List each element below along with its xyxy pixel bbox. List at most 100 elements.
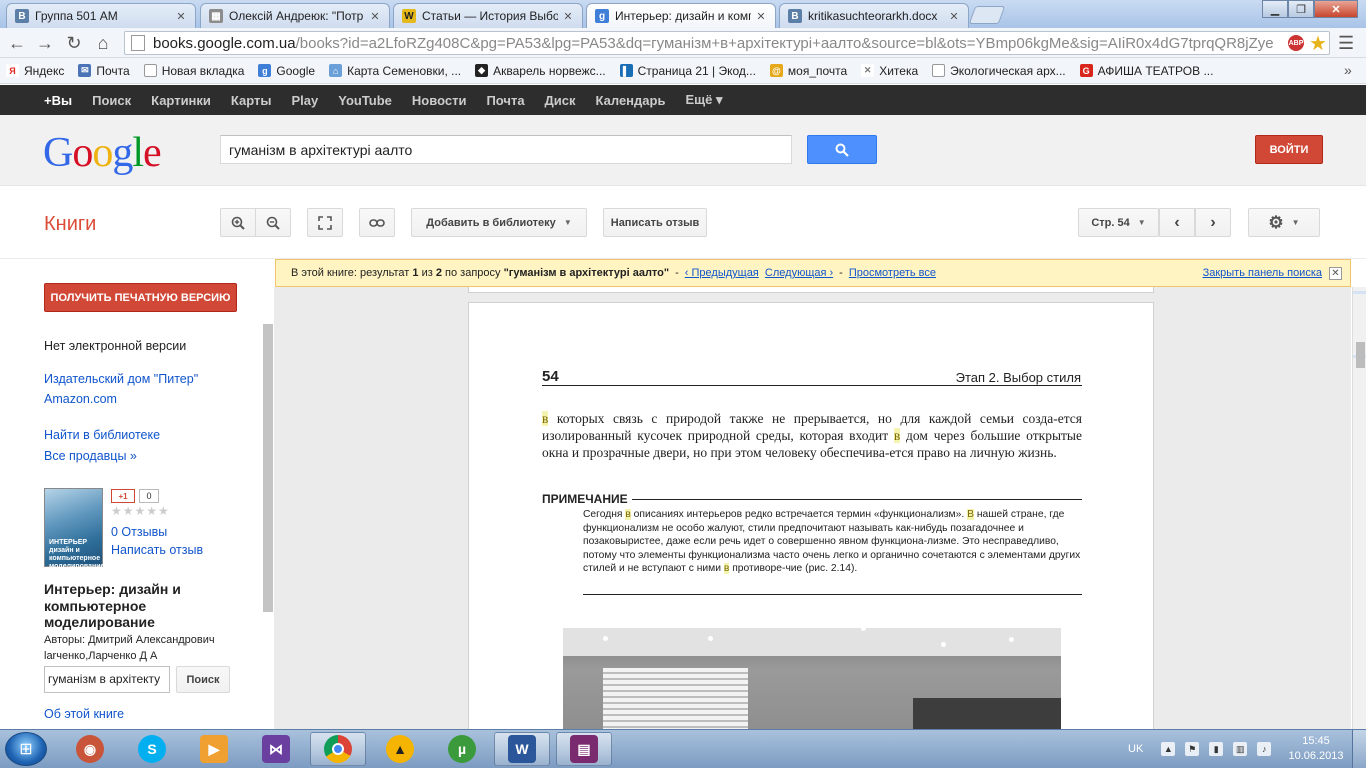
write-review-link[interactable]: Написать отзыв [111,543,203,557]
new-tab-button[interactable] [968,6,1006,24]
flag-icon[interactable]: ⚑ [1185,742,1200,756]
plus-one-button[interactable]: +1 [111,489,135,503]
bookmark-afisha[interactable]: G АФИША ТЕАТРОВ ... [1079,64,1213,78]
more-bookmarks-icon[interactable]: » [1344,62,1352,78]
bookmark-eco[interactable]: Экологическая арх... [932,64,1066,78]
page-select-button[interactable]: Стр. 54 ▼ [1078,208,1159,237]
section-title[interactable]: Книги [44,213,96,236]
next-page-button[interactable]: › [1195,208,1231,237]
taskbar-app-active[interactable] [310,732,366,766]
viewer-scrollbar[interactable] [1352,287,1366,729]
minimize-icon[interactable]: ▁ [1262,0,1288,18]
fullscreen-button[interactable] [307,208,343,237]
zoom-out-button[interactable] [255,208,291,237]
taskbar-app[interactable]: µ [434,732,490,766]
browser-tab[interactable]: В Группа 501 АМ ✕ [6,3,196,28]
bookmark-map[interactable]: ⌂ Карта Семеновки, ... [329,64,461,78]
tab-close-icon[interactable]: ✕ [755,10,767,23]
browser-tab-active[interactable]: g Интерьер: дизайн и комп ✕ [586,3,776,28]
gbar-item[interactable]: Почта [486,93,524,108]
publisher-link[interactable]: Издательский дом "Питер" [44,372,198,386]
forward-icon[interactable]: → [34,32,56,54]
windows-start-icon[interactable]: ⊞ [5,732,47,766]
add-to-library-button[interactable]: Добавить в библиотеку ▼ [411,208,587,237]
gbar-more[interactable]: Ещё ▾ [685,92,722,108]
write-review-button[interactable]: Написать отзыв [603,208,707,237]
search-input[interactable]: гуманізм в архітектурі аалто [220,135,792,164]
taskbar-app[interactable]: ◉ [62,732,118,766]
find-library-link[interactable]: Найти в библиотеке [44,428,160,442]
book-search-button[interactable]: Поиск [176,666,230,693]
bookmark-hiteka[interactable]: ✕ Хитека [861,64,918,78]
tab-close-icon[interactable]: ✕ [369,10,381,23]
gbar-item[interactable]: +Вы [44,93,72,108]
browser-tab[interactable]: W Статьи — История Выбор ✕ [393,3,583,28]
url-input[interactable]: books.google.com.ua/books?id=a2LfoRZg408… [124,31,1330,55]
taskbar-app-active[interactable]: W [494,732,550,766]
tab-close-icon[interactable]: ✕ [175,10,187,23]
gbar-item[interactable]: Play [291,93,318,108]
restore-icon[interactable]: ❐ [1288,0,1314,18]
reload-icon[interactable]: ↻ [63,32,85,54]
book-search-input[interactable]: гуманізм в архітекту [44,666,170,693]
bookmark-mymail[interactable]: @ моя_почта [769,64,847,78]
battery-icon[interactable]: ▮ [1209,742,1224,756]
gbar-item[interactable]: Календарь [596,93,666,108]
sidebar-scrollbar[interactable] [263,324,273,612]
bookmark-page21[interactable]: ▌ Страница 21 | Экод... [619,64,756,78]
book-cover[interactable]: ИНТЕРЬЕР дизайн и компьютерное моделиров… [44,488,104,570]
bookmark-google[interactable]: g Google [258,64,315,78]
close-icon[interactable]: ✕ [1329,267,1342,280]
gbar-item[interactable]: Поиск [92,93,131,108]
search-button[interactable] [807,135,877,164]
back-icon[interactable]: ← [6,32,28,54]
reviews-link[interactable]: 0 Отзывы [111,525,167,539]
book-viewer[interactable]: 54 Этап 2. Выбор стиля в которых связь с… [274,287,1351,729]
volume-icon[interactable]: ♪ [1257,742,1272,756]
notice-query: "гуманізм в архітектурі аалто" [503,267,670,279]
wrench-icon[interactable]: ☰ [1338,33,1354,54]
taskbar-app[interactable]: ▶ [186,732,242,766]
bookmark-mail[interactable]: ✉ Почта [78,64,130,78]
login-button[interactable]: ВОЙТИ [1255,135,1323,164]
bookmark-watercolor[interactable]: ◆ Акварель норвежс... [475,64,606,78]
view-all-link[interactable]: Просмотреть все [849,267,936,279]
settings-button[interactable]: ⚙ ▼ [1248,208,1320,237]
taskbar-app[interactable]: ▲ [372,732,428,766]
home-icon[interactable]: ⌂ [92,32,114,54]
gbar-item[interactable]: Карты [231,93,272,108]
bookmark-newtab[interactable]: Новая вкладка [143,64,244,78]
gbar-item[interactable]: Диск [545,93,576,108]
gbar-item[interactable]: Картинки [151,93,211,108]
gbar-item[interactable]: Новости [412,93,467,108]
adblock-icon[interactable]: ABP [1288,35,1304,51]
network-icon[interactable]: ▥ [1233,742,1248,756]
tray-arrow-icon[interactable]: ▲ [1161,742,1176,756]
show-desktop-button[interactable] [1352,730,1366,768]
next-result-link[interactable]: Следующая › [765,267,833,279]
amazon-link[interactable]: Amazon.com [44,392,117,406]
bookmark-yandex[interactable]: Я Яндекс [6,64,64,78]
browser-tab[interactable]: В kritikasuchteorarkh.docx ✕ [779,3,969,28]
tab-close-icon[interactable]: ✕ [948,10,960,23]
browser-tab[interactable]: ▦ Олексій Андреюк: "Потр ✕ [200,3,390,28]
google-logo[interactable]: Google [43,129,162,177]
prev-result-link[interactable]: ‹ Предыдущая [685,267,759,279]
bookmark-star-icon[interactable]: ★ [1309,31,1327,56]
gbar-item[interactable]: YouTube [338,93,392,108]
tab-close-icon[interactable]: ✕ [562,10,574,23]
taskbar-app-active[interactable]: ▤ [556,732,612,766]
all-sellers-link[interactable]: Все продавцы » [44,449,137,463]
close-search-link[interactable]: Закрыть панель поиска [1203,267,1322,279]
scrollbar-thumb[interactable] [1356,342,1365,368]
language-indicator[interactable]: UK [1128,743,1143,755]
get-print-button[interactable]: ПОЛУЧИТЬ ПЕЧАТНУЮ ВЕРСИЮ [44,283,237,312]
window-close-icon[interactable]: ✕ [1314,0,1358,18]
taskbar-app[interactable]: S [124,732,180,766]
about-book-link[interactable]: Об этой книге [44,707,124,721]
link-button[interactable] [359,208,395,237]
prev-page-button[interactable]: ‹ [1159,208,1195,237]
taskbar-app[interactable]: ⋈ [248,732,304,766]
zoom-in-button[interactable] [220,208,256,237]
clock[interactable]: 15:45 10.06.2013 [1288,734,1344,764]
